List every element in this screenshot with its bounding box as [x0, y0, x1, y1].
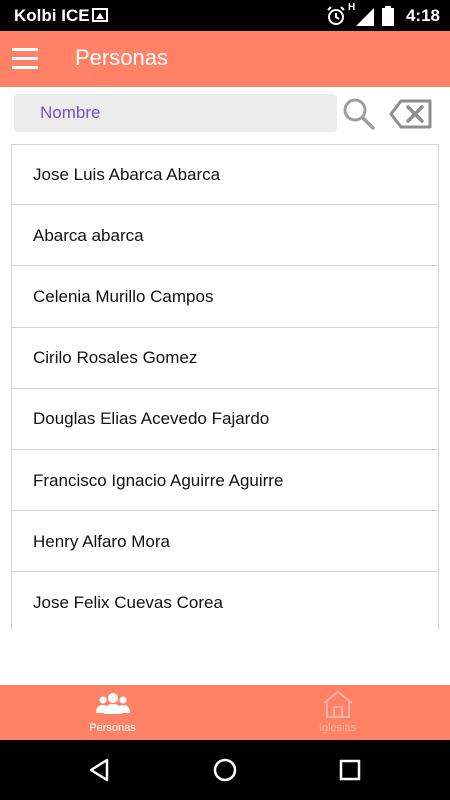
recent-apps-icon[interactable] [337, 757, 363, 783]
personas-list: Jose Luis Abarca Abarca Abarca abarca Ce… [11, 144, 439, 630]
list-item[interactable]: Abarca abarca [12, 205, 438, 267]
tab-label: Iglesias [318, 722, 357, 734]
tab-label: Personas [89, 722, 136, 734]
tab-personas[interactable]: Personas [0, 685, 225, 740]
search-row [0, 87, 450, 141]
alarm-icon [327, 6, 345, 25]
carrier-name: Kolbi ICE [14, 6, 90, 25]
list-item[interactable]: Jose Felix Cuevas Corea [12, 572, 438, 630]
list-item[interactable]: Celenia Murillo Campos [12, 266, 438, 328]
list-item[interactable]: Henry Alfaro Mora [12, 511, 438, 573]
people-icon [95, 693, 130, 714]
home-icon[interactable] [212, 757, 238, 783]
list-item[interactable]: Francisco Ignacio Aguirre Aguirre [12, 449, 438, 512]
status-bar: Kolbi ICE H 4:18 [0, 0, 450, 31]
search-input[interactable] [14, 94, 337, 132]
clock-time: 4:18 [405, 6, 440, 25]
church-icon [322, 690, 353, 718]
list-item[interactable]: Jose Luis Abarca Abarca [12, 144, 438, 206]
list-item[interactable]: Cirilo Rosales Gomez [12, 327, 438, 389]
image-notification-icon [92, 8, 108, 22]
page-title: Personas [75, 45, 168, 70]
hamburger-menu-icon[interactable] [12, 48, 38, 70]
system-navigation-bar [0, 740, 450, 800]
signal-icon [355, 8, 374, 26]
search-icon[interactable] [342, 97, 376, 131]
bottom-navigation: Personas Iglesias [0, 685, 450, 740]
backspace-clear-icon[interactable] [389, 98, 433, 130]
list-item[interactable]: Douglas Elias Acevedo Fajardo [12, 388, 438, 450]
battery-icon [381, 6, 394, 26]
app-bar: Personas [0, 31, 450, 87]
back-icon[interactable] [87, 757, 113, 783]
tab-iglesias[interactable]: Iglesias [225, 685, 450, 740]
network-type-label: H [348, 2, 374, 26]
status-icons: H 4:18 [326, 2, 440, 27]
